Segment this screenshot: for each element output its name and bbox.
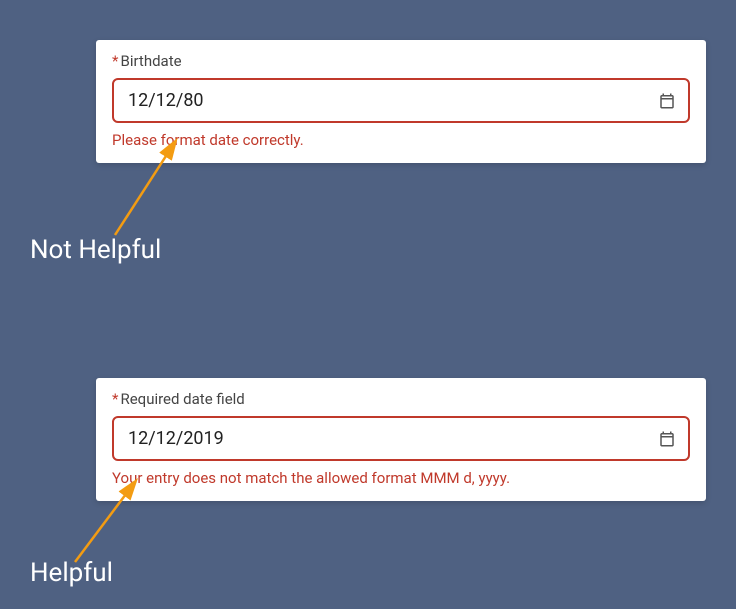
input-value: 12/12/80 [128,90,204,111]
field-label: Required date field [120,390,244,408]
required-asterisk: * [112,390,118,408]
input-value: 12/12/2019 [128,428,224,449]
error-message: Please format date correctly. [112,131,690,149]
form-card-not-helpful: *Birthdate 12/12/80 Please format date c… [96,40,706,163]
required-asterisk: * [112,52,118,70]
calendar-icon[interactable] [658,92,676,110]
caption-not-helpful: Not Helpful [30,235,161,265]
field-label-row: *Birthdate [112,52,690,70]
calendar-icon[interactable] [658,430,676,448]
caption-helpful: Helpful [30,558,113,588]
date-input[interactable]: 12/12/2019 [112,416,690,461]
field-label: Birthdate [120,52,181,70]
birthdate-input[interactable]: 12/12/80 [112,78,690,123]
error-message: Your entry does not match the allowed fo… [112,469,690,487]
form-card-helpful: *Required date field 12/12/2019 Your ent… [96,378,706,501]
field-label-row: *Required date field [112,390,690,408]
